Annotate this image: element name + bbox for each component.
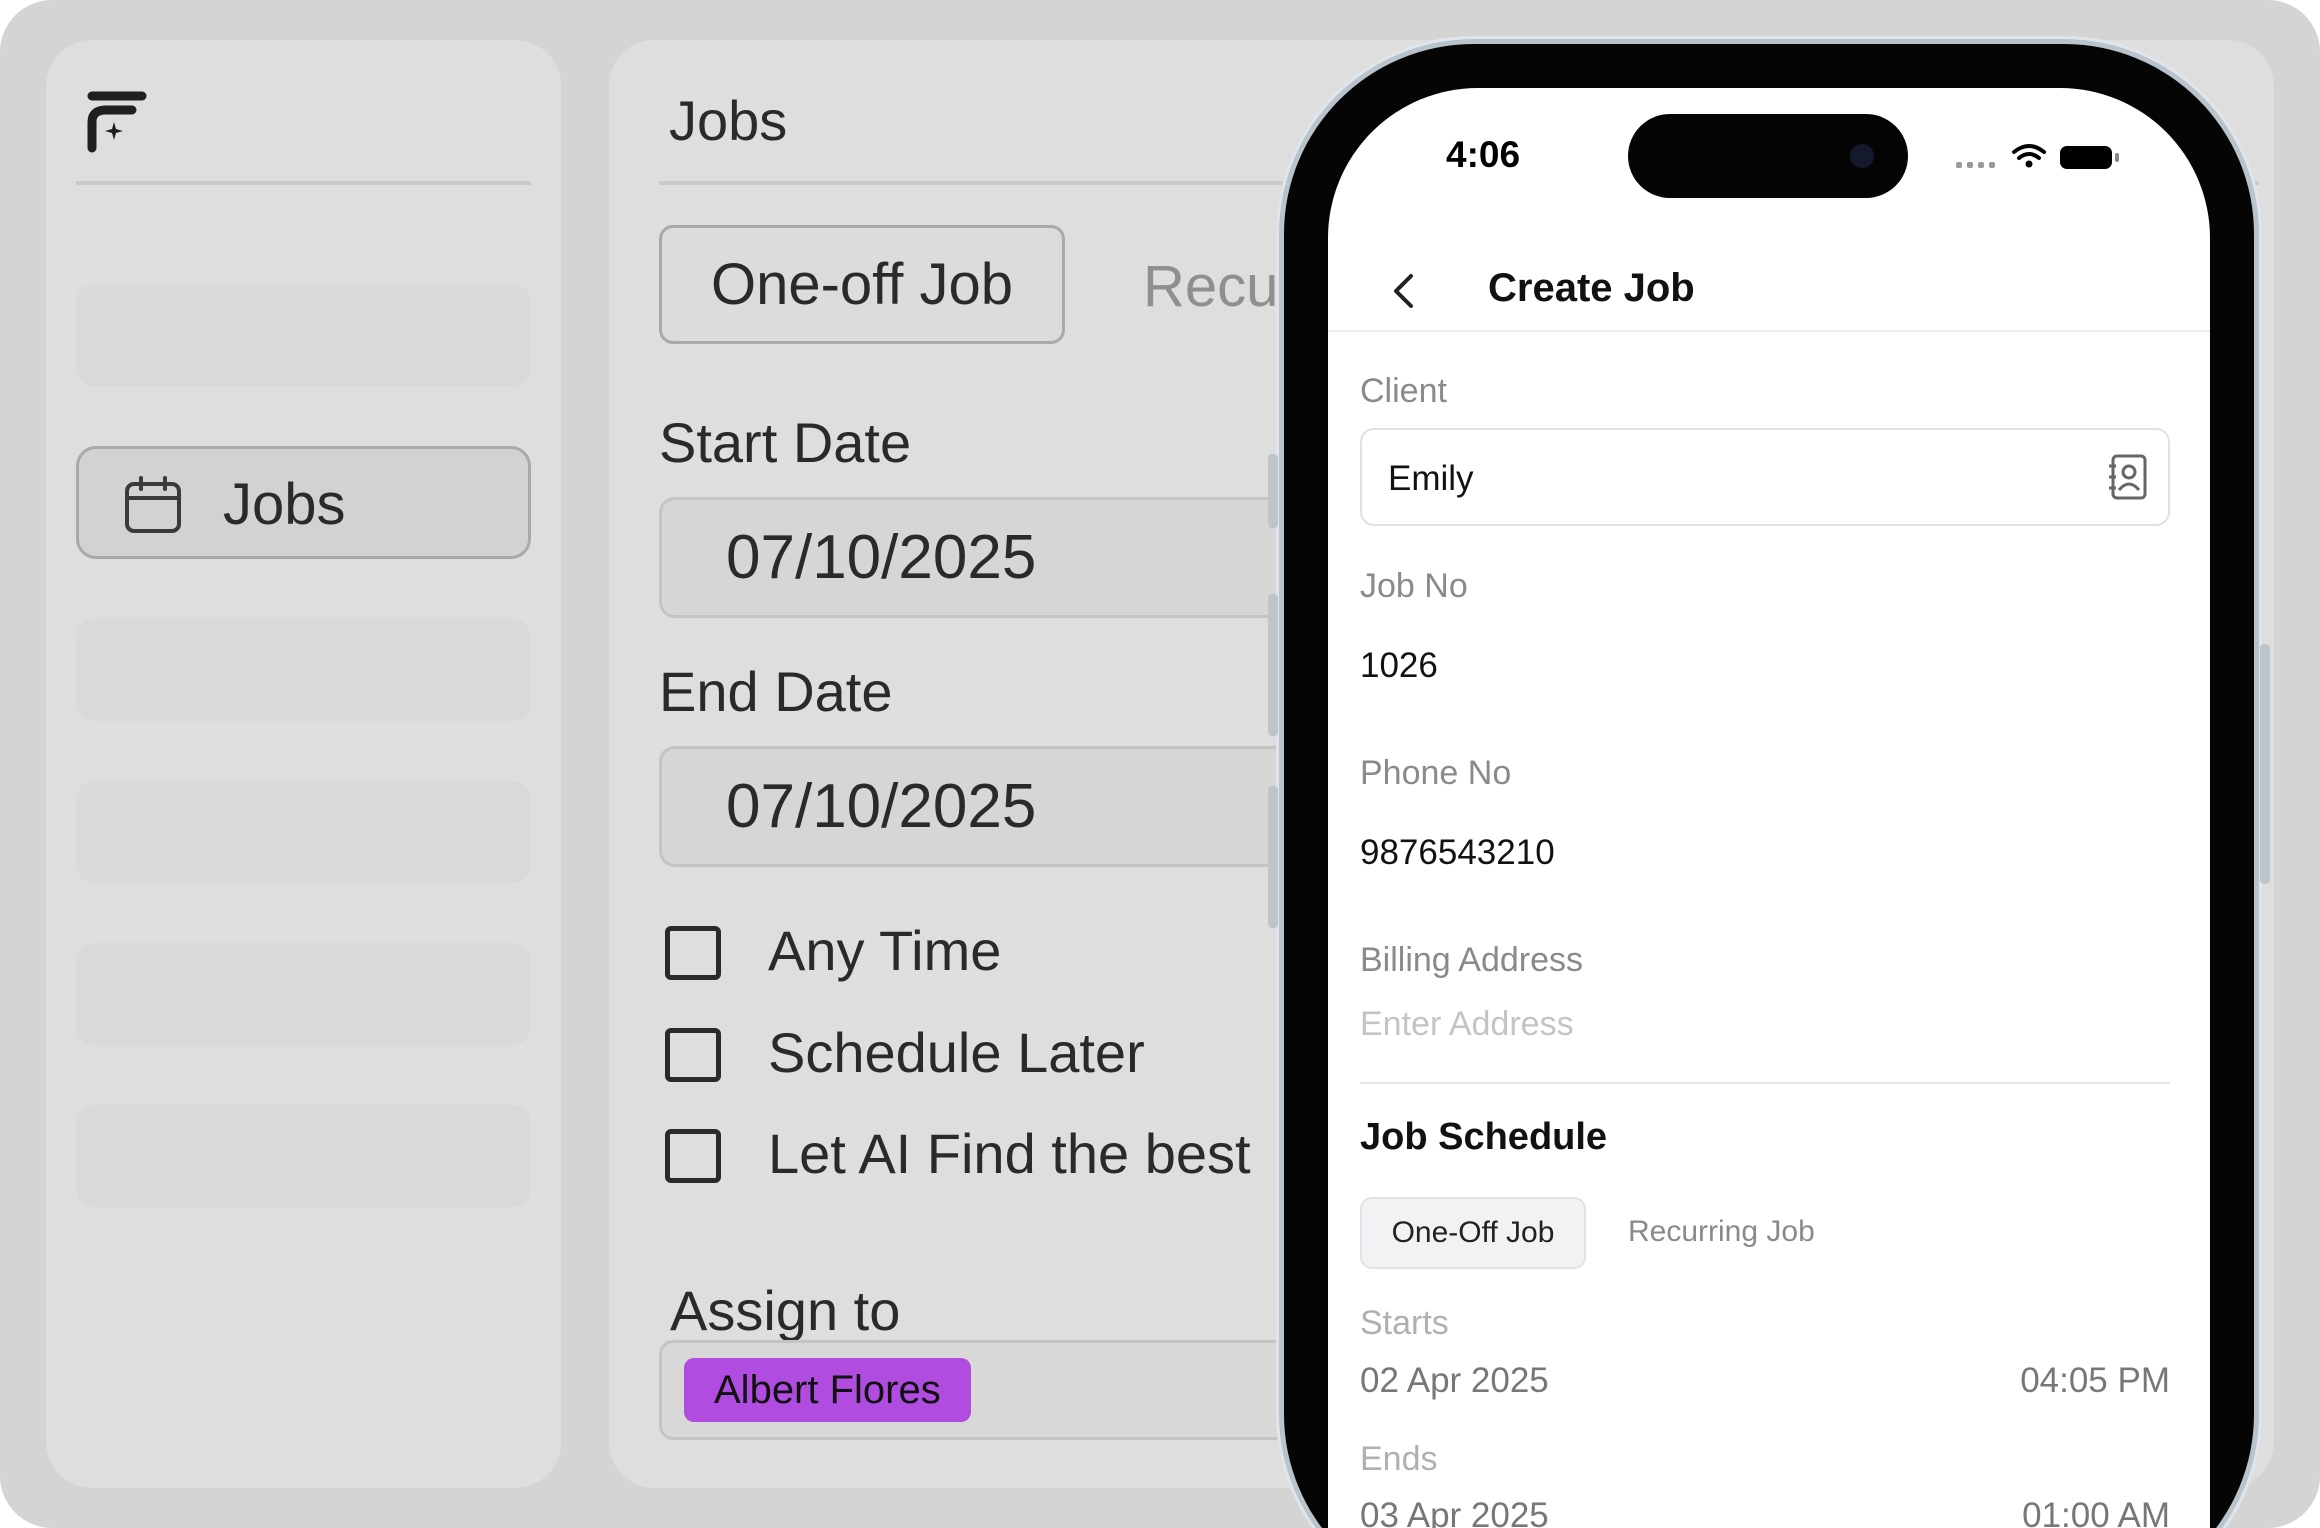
camera-icon <box>1850 144 1874 168</box>
sidebar-item-placeholder[interactable] <box>76 781 531 883</box>
sidebar-item-label: Jobs <box>223 472 346 537</box>
status-icons <box>1956 144 2119 169</box>
client-field[interactable]: Emily <box>1360 428 2170 526</box>
page-title: Jobs <box>669 89 788 152</box>
end-date-value: 07/10/2025 <box>726 772 1037 841</box>
assign-to-field[interactable]: Albert Flores <box>659 1340 1359 1440</box>
job-no-value[interactable]: 1026 <box>1360 646 1438 686</box>
screen-title: Create Job <box>1488 266 1695 310</box>
tab-one-off-job[interactable]: One-off Job <box>659 225 1065 344</box>
chevron-left-icon[interactable] <box>1380 266 1430 316</box>
phone-side-button <box>1268 454 1278 528</box>
end-date-field[interactable]: 07/10/2025 <box>659 746 1359 867</box>
segment-one-off-job[interactable]: One-Off Job <box>1360 1197 1586 1269</box>
let-ai-find-label: Let AI Find the best <box>768 1122 1251 1185</box>
start-date-field[interactable]: 07/10/2025 <box>659 497 1359 618</box>
sidebar-item-placeholder[interactable] <box>76 284 531 386</box>
phone-side-button <box>1268 786 1278 928</box>
ends-time[interactable]: 01:00 AM <box>2022 1496 2170 1528</box>
end-date-label: End Date <box>659 660 893 723</box>
start-date-label: Start Date <box>659 411 912 474</box>
starts-date[interactable]: 02 Apr 2025 <box>1360 1361 1549 1401</box>
assignee-chip[interactable]: Albert Flores <box>684 1358 971 1422</box>
let-ai-find-checkbox[interactable] <box>665 1129 721 1183</box>
battery-icon <box>2060 146 2119 169</box>
dynamic-island <box>1628 114 1908 198</box>
billing-address-input[interactable]: Enter Address <box>1360 1005 1574 1044</box>
phone-no-label: Phone No <box>1360 754 1512 792</box>
status-time: 4:06 <box>1446 134 1521 175</box>
assign-to-label: Assign to <box>670 1279 901 1342</box>
sidebar-item-jobs[interactable]: Jobs <box>76 446 531 559</box>
app-logo <box>87 91 147 153</box>
phone-screen: 4:06 Create Job Client Emily Job No 1026… <box>1328 88 2210 1528</box>
phone-side-button <box>1268 594 1278 736</box>
phone-no-value[interactable]: 9876543210 <box>1360 833 1555 873</box>
job-schedule-title: Job Schedule <box>1360 1116 1608 1158</box>
segment-recurring-job[interactable]: Recurring Job <box>1628 1215 1815 1249</box>
schedule-later-checkbox[interactable] <box>665 1028 721 1082</box>
wifi-icon <box>2012 144 2046 160</box>
starts-label: Starts <box>1360 1304 1449 1342</box>
any-time-label: Any Time <box>768 919 1002 982</box>
ends-label: Ends <box>1360 1440 1438 1478</box>
sidebar: Jobs <box>46 40 561 1488</box>
section-divider <box>1360 1082 2170 1084</box>
client-label: Client <box>1360 372 1447 410</box>
ends-date[interactable]: 03 Apr 2025 <box>1360 1496 1549 1528</box>
starts-time[interactable]: 04:05 PM <box>2020 1361 2170 1401</box>
phone-side-button <box>2260 644 2270 884</box>
sidebar-divider <box>76 181 531 185</box>
phone-mockup: 4:06 Create Job Client Emily Job No 1026… <box>1268 44 2270 1528</box>
billing-address-label: Billing Address <box>1360 941 1584 979</box>
sidebar-item-placeholder[interactable] <box>76 943 531 1045</box>
any-time-checkbox[interactable] <box>665 926 721 980</box>
client-value: Emily <box>1388 459 1474 498</box>
sidebar-item-placeholder[interactable] <box>76 1105 531 1207</box>
start-date-value: 07/10/2025 <box>726 523 1037 592</box>
signal-icon <box>1956 162 1995 168</box>
desktop-background: Jobs Jobs One-off Job Recurring Job Star… <box>0 0 2320 1528</box>
sidebar-item-placeholder[interactable] <box>76 619 531 721</box>
job-no-label: Job No <box>1360 567 1468 605</box>
contact-book-icon[interactable] <box>2108 454 2148 500</box>
schedule-later-label: Schedule Later <box>768 1021 1145 1084</box>
nav-bar: Create Job <box>1328 244 2210 332</box>
calendar-icon <box>125 476 181 533</box>
